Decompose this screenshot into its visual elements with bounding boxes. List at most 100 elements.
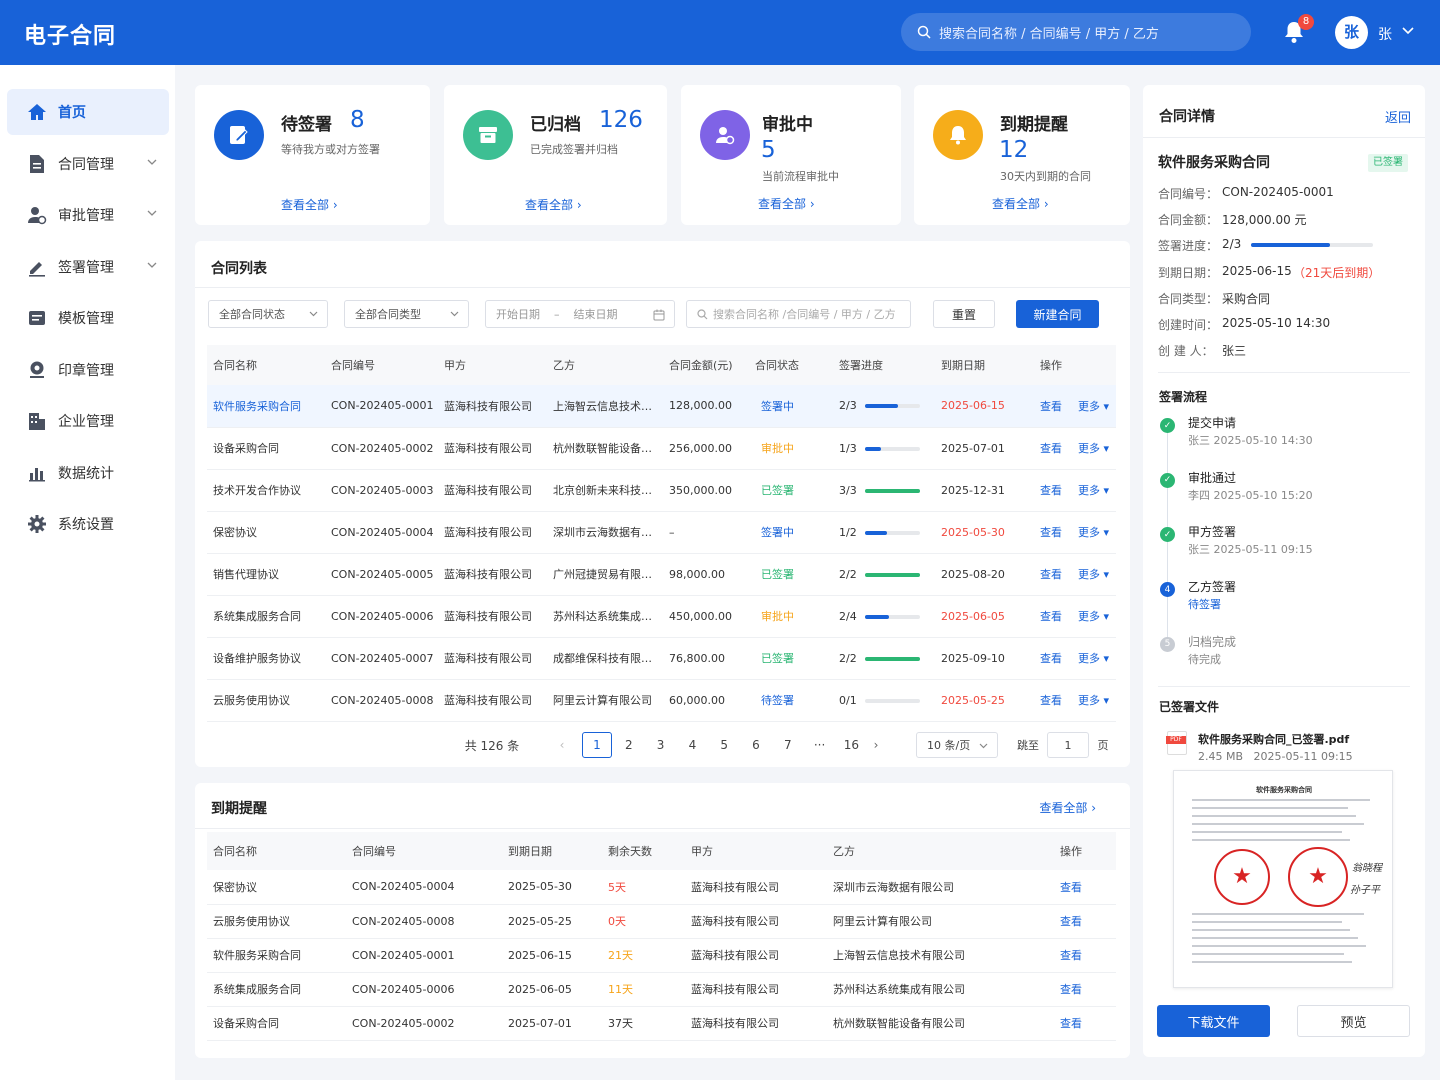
page-button[interactable]: 4 [677,732,707,758]
chevron-down-icon[interactable] [147,210,157,216]
contract-name-cell[interactable]: 云服务使用协议 [207,679,325,722]
contract-name-cell[interactable]: 销售代理协议 [207,553,325,596]
page-button[interactable]: 16 [836,732,866,758]
more-dropdown[interactable]: 更多 ▾ [1078,568,1109,581]
chevron-down-icon[interactable] [147,262,157,268]
contract-name-cell[interactable]: 保密协议 [207,511,325,554]
more-dropdown[interactable]: 更多 ▾ [1078,526,1109,539]
chevron-down-icon[interactable] [147,159,157,165]
end-date-field[interactable]: 结束日期 [574,306,618,322]
table-row[interactable]: 云服务使用协议 CON-202405-0008 蓝海科技有限公司 阿里云计算有限公司 6… [207,679,1116,722]
progress-bar-fill [864,446,882,451]
sidebar-item-enterprise[interactable]: 企业管理 [7,398,169,444]
contract-name-cell[interactable]: 系统集成服务合同 [207,595,325,638]
start-date-field[interactable]: 开始日期 [496,306,540,322]
table-row[interactable]: 设备采购合同 CON-202405-0002 蓝海科技有限公司 杭州数联智能设备… 25… [207,427,1116,470]
page-button[interactable]: 1 [582,732,612,758]
table-row[interactable]: 云服务使用协议 CON-202405-0008 2025-05-25 0天 蓝海科技有限… [207,904,1116,939]
actions-cell: 查看 更多 ▾ [1034,385,1116,428]
back-link[interactable]: 返回 [1385,107,1411,126]
page-size-select[interactable]: 10 条/页 [916,732,998,758]
more-dropdown[interactable]: 更多 ▾ [1078,610,1109,623]
avatar[interactable]: 张 [1335,16,1368,49]
view-link[interactable]: 查看 [1040,568,1062,581]
expiry-view-all-link[interactable]: 查看全部 › [1039,799,1096,816]
new-contract-button[interactable]: 新建合同 [1016,300,1099,328]
more-dropdown[interactable]: 更多 ▾ [1078,484,1109,497]
view-link[interactable]: 查看 [1040,442,1062,455]
table-row[interactable]: 软件服务采购合同 CON-202405-0001 2025-06-15 21天 蓝海科技… [207,938,1116,973]
page-button[interactable]: 7 [773,732,803,758]
view-link[interactable]: 查看 [1040,484,1062,497]
sidebar-item-contracts[interactable]: 合同管理 [7,141,169,187]
reset-button[interactable]: 重置 [933,300,995,328]
view-link[interactable]: 查看 [1054,1006,1116,1041]
view-link[interactable]: 查看 [1054,972,1116,1007]
sidebar-item-approvals[interactable]: 审批管理 [7,192,169,238]
view-link[interactable]: 查看 [1040,694,1062,707]
kpi-view-all-link[interactable]: 查看全部 › [525,196,582,213]
doc-text-line [1192,799,1370,801]
prev-page-button[interactable]: ‹ [552,732,572,758]
view-link[interactable]: 查看 [1054,938,1116,973]
kpi-view-all-link[interactable]: 查看全部 › [992,195,1049,212]
sidebar-item-settings[interactable]: 系统设置 [7,501,169,547]
view-link[interactable]: 查看 [1054,870,1116,905]
contract-name-cell[interactable]: 设备采购合同 [207,427,325,470]
sidebar-item-templates[interactable]: 模板管理 [7,295,169,341]
view-link[interactable]: 查看 [1040,400,1062,413]
table-row[interactable]: 设备采购合同 CON-202405-0002 2025-07-01 37天 蓝海科技有限… [207,1006,1116,1041]
page-button[interactable]: 2 [614,732,644,758]
view-link[interactable]: 查看 [1040,610,1062,623]
table-row[interactable]: 技术开发合作协议 CON-202405-0003 蓝海科技有限公司 北京创新未来科技…… [207,469,1116,512]
global-search-input[interactable]: 搜索合同名称 / 合同编号 / 甲方 / 乙方 [901,13,1251,51]
sidebar-item-home[interactable]: 首页 [7,89,169,135]
table-row[interactable]: 系统集成服务合同 CON-202405-0006 2025-06-05 11天 蓝海科技… [207,972,1116,1007]
app-title[interactable]: 电子合同 [24,18,116,50]
preview-button[interactable]: 预览 [1297,1005,1410,1037]
table-row[interactable]: 设备维护服务协议 CON-202405-0007 蓝海科技有限公司 成都维保科技有限…… [207,637,1116,680]
kpi-card-approving[interactable]: 审批中 5 当前流程审批中 查看全部 › [681,85,901,225]
sidebar-item-statistics[interactable]: 数据统计 [7,450,169,496]
table-row[interactable]: 销售代理协议 CON-202405-0005 蓝海科技有限公司 广州冠捷贸易有限… 98… [207,553,1116,596]
page-button[interactable]: 3 [646,732,676,758]
sidebar-item-signing[interactable]: 签署管理 [7,244,169,290]
date-range-picker[interactable]: 开始日期 – 结束日期 [485,300,675,328]
document-preview[interactable]: 软件服务采购合同 ★ ★ 翁晓程 孙子平 [1173,770,1393,988]
page-button[interactable]: 6 [741,732,771,758]
download-file-button[interactable]: 下载文件 [1157,1005,1270,1037]
table-row[interactable]: 软件服务采购合同 CON-202405-0001 蓝海科技有限公司 上海智云信息技术…… [207,385,1116,428]
view-link[interactable]: 查看 [1040,526,1062,539]
view-link[interactable]: 查看 [1054,904,1116,939]
field-value: 采购合同 [1222,291,1271,306]
kpi-card-pending[interactable]: 待签署 8 等待我方或对方签署 查看全部 › [195,85,430,225]
kpi-view-all-link[interactable]: 查看全部 › [758,195,815,212]
more-dropdown[interactable]: 更多 ▾ [1078,442,1109,455]
file-name[interactable]: 软件服务采购合同_已签署.pdf [1198,731,1349,747]
status-cell: 签署中 [749,385,833,428]
signed-files-title: 已签署文件 [1159,700,1220,714]
status-filter-select[interactable]: 全部合同状态 [208,300,328,328]
kpi-card-expiry[interactable]: 到期提醒 12 30天内到期的合同 查看全部 › [914,85,1130,225]
page-button[interactable]: 5 [709,732,739,758]
type-filter-select[interactable]: 全部合同类型 [344,300,469,328]
table-row[interactable]: 系统集成服务合同 CON-202405-0006 蓝海科技有限公司 苏州科达系统集成…… [207,595,1116,638]
more-dropdown[interactable]: 更多 ▾ [1078,400,1109,413]
view-link[interactable]: 查看 [1040,652,1062,665]
more-dropdown[interactable]: 更多 ▾ [1078,694,1109,707]
table-row[interactable]: 保密协议 CON-202405-0004 蓝海科技有限公司 深圳市云海数据有… – 签署中… [207,511,1116,554]
next-page-button[interactable]: › [866,732,886,758]
sign-progress-bar [1251,243,1373,247]
sidebar-item-seals[interactable]: 印章管理 [7,347,169,393]
kpi-view-all-link[interactable]: 查看全部 › [281,196,338,213]
more-dropdown[interactable]: 更多 ▾ [1078,652,1109,665]
chevron-down-icon[interactable] [1402,27,1414,35]
contract-name-cell[interactable]: 技术开发合作协议 [207,469,325,512]
list-search-input[interactable]: 搜索合同名称 /合同编号 / 甲方 / 乙方 [686,300,911,328]
goto-page-input[interactable]: 1 [1047,732,1089,758]
table-row[interactable]: 保密协议 CON-202405-0004 2025-05-30 5天 蓝海科技有限公司深… [207,870,1116,905]
contract-name-cell[interactable]: 软件服务采购合同 [207,385,325,428]
kpi-card-archived[interactable]: 已归档 126 已完成签署并归档 查看全部 › [444,85,667,225]
user-name[interactable]: 张 [1378,24,1392,44]
contract-name-cell[interactable]: 设备维护服务协议 [207,637,325,680]
